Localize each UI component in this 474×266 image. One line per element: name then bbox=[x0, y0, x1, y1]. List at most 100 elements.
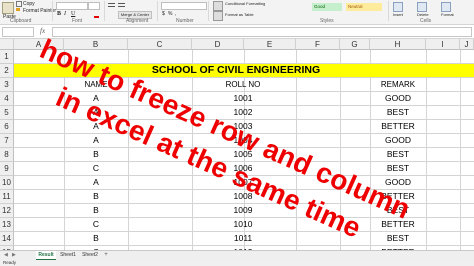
format-as-table-button[interactable]: Format as Table bbox=[225, 12, 254, 18]
fx-label[interactable]: fx bbox=[40, 27, 45, 35]
name-box[interactable] bbox=[2, 27, 34, 37]
cell-name[interactable]: A bbox=[64, 176, 128, 189]
table-row[interactable]: NAME ROLL NO REMARK bbox=[14, 78, 474, 92]
add-sheet-button[interactable]: + bbox=[102, 251, 110, 259]
conditional-formatting-icon[interactable] bbox=[213, 1, 223, 11]
cell-remark[interactable]: BEST bbox=[370, 162, 426, 175]
style-good[interactable]: Good bbox=[312, 3, 342, 11]
column-header-h[interactable]: H bbox=[370, 39, 426, 50]
cell-name[interactable]: C bbox=[64, 218, 128, 231]
cell-remark[interactable]: GOOD bbox=[370, 134, 426, 147]
row-header[interactable]: 12 bbox=[0, 204, 14, 218]
table-row[interactable]: A 1001 GOOD bbox=[14, 92, 474, 106]
number-format-dropdown[interactable] bbox=[161, 2, 207, 10]
table-row[interactable]: B 1009 BEST bbox=[14, 204, 474, 218]
insert-icon[interactable] bbox=[393, 2, 403, 12]
copy-button[interactable]: Copy bbox=[23, 1, 35, 7]
column-header-j[interactable]: J bbox=[460, 39, 474, 50]
table-row[interactable]: A 1007 GOOD bbox=[14, 176, 474, 190]
cell-remark[interactable]: BETTER bbox=[370, 120, 426, 133]
format-icon[interactable] bbox=[441, 2, 451, 12]
cell-roll[interactable]: 1004 bbox=[192, 134, 294, 147]
tab-result[interactable]: Result bbox=[36, 251, 56, 260]
bold-button[interactable]: B bbox=[57, 11, 61, 17]
cell-roll[interactable]: 1005 bbox=[192, 148, 294, 161]
row-header[interactable]: 11 bbox=[0, 190, 14, 204]
row-header[interactable]: 10 bbox=[0, 176, 14, 190]
column-header-i[interactable]: I bbox=[426, 39, 460, 50]
table-row[interactable]: B 1011 BEST bbox=[14, 232, 474, 246]
italic-button[interactable]: I bbox=[64, 11, 66, 17]
cell-name[interactable]: C bbox=[64, 162, 128, 175]
cell-remark[interactable]: BEST bbox=[370, 106, 426, 119]
tab-scroll-right-icon[interactable]: ▶ bbox=[12, 252, 16, 258]
underline-button[interactable]: U bbox=[71, 11, 75, 17]
comma-button[interactable]: , bbox=[175, 11, 176, 17]
cell-roll[interactable]: 1008 bbox=[192, 190, 294, 203]
align-center-icon[interactable] bbox=[118, 3, 125, 4]
font-size-dropdown[interactable] bbox=[88, 2, 100, 10]
cell-roll[interactable]: 1009 bbox=[192, 204, 294, 217]
currency-button[interactable]: $ bbox=[162, 11, 165, 17]
tab-sheet1[interactable]: Sheet1 bbox=[58, 251, 78, 259]
table-row[interactable] bbox=[14, 50, 474, 64]
table-row[interactable]: B 1005 BEST bbox=[14, 148, 474, 162]
table-row[interactable]: A 1002 BEST bbox=[14, 106, 474, 120]
conditional-formatting-button[interactable]: Conditional Formatting bbox=[225, 1, 265, 7]
column-header-e[interactable]: E bbox=[244, 39, 296, 50]
table-row[interactable]: B 1008 BETTER bbox=[14, 190, 474, 204]
row-header[interactable]: 4 bbox=[0, 92, 14, 106]
cell-roll[interactable]: 1010 bbox=[192, 218, 294, 231]
column-header-f[interactable]: F bbox=[296, 39, 340, 50]
row-header[interactable]: 1 bbox=[0, 50, 14, 64]
column-header-c[interactable]: C bbox=[128, 39, 192, 50]
cell-name[interactable]: B bbox=[64, 190, 128, 203]
row-header[interactable]: 3 bbox=[0, 78, 14, 92]
insert-button[interactable]: Insert bbox=[393, 12, 403, 18]
format-painter-icon[interactable] bbox=[16, 8, 20, 11]
header-cell-roll[interactable]: ROLL NO bbox=[192, 78, 294, 91]
delete-icon[interactable] bbox=[417, 2, 427, 12]
cell-name[interactable]: B bbox=[64, 204, 128, 217]
row-header[interactable]: 7 bbox=[0, 134, 14, 148]
format-as-table-icon[interactable] bbox=[213, 11, 223, 21]
formula-input[interactable] bbox=[52, 27, 472, 37]
cell-roll[interactable]: 1003 bbox=[192, 120, 294, 133]
select-all-corner[interactable] bbox=[0, 39, 14, 50]
cell-name[interactable]: A bbox=[64, 106, 128, 119]
cell-remark[interactable]: BETTER bbox=[370, 190, 426, 203]
column-header-a[interactable]: A bbox=[14, 39, 64, 50]
cell-roll[interactable]: 1007 bbox=[192, 176, 294, 189]
cell-remark[interactable]: BEST bbox=[370, 148, 426, 161]
row-header[interactable]: 13 bbox=[0, 218, 14, 232]
cell-remark[interactable]: BEST bbox=[370, 204, 426, 217]
header-cell-name[interactable]: NAME bbox=[64, 78, 128, 91]
cell-remark[interactable]: BETTER bbox=[370, 218, 426, 231]
row-header[interactable]: 6 bbox=[0, 120, 14, 134]
style-neutral[interactable]: Neutral bbox=[346, 3, 382, 11]
column-header-d[interactable]: D bbox=[192, 39, 244, 50]
percent-button[interactable]: % bbox=[168, 11, 172, 17]
table-row[interactable]: C 1006 BEST bbox=[14, 162, 474, 176]
tab-scroll-left-icon[interactable]: ◀ bbox=[4, 252, 8, 258]
align-left-icon[interactable] bbox=[108, 3, 115, 4]
sheet-title[interactable]: SCHOOL OF CIVIL ENGINEERING bbox=[106, 64, 366, 77]
row-header[interactable]: 9 bbox=[0, 162, 14, 176]
cell-roll[interactable]: 1002 bbox=[192, 106, 294, 119]
cell-name[interactable]: A bbox=[64, 92, 128, 105]
cell-name[interactable]: A bbox=[64, 134, 128, 147]
row-header[interactable]: 5 bbox=[0, 106, 14, 120]
cell-name[interactable]: A bbox=[64, 120, 128, 133]
font-name-dropdown[interactable] bbox=[56, 2, 88, 10]
font-color-icon[interactable] bbox=[94, 16, 99, 18]
header-cell-remark[interactable]: REMARK bbox=[370, 78, 426, 91]
cell-roll[interactable]: 1001 bbox=[192, 92, 294, 105]
table-row[interactable]: A 1003 BETTER bbox=[14, 120, 474, 134]
table-row[interactable]: A 1004 GOOD bbox=[14, 134, 474, 148]
row-header[interactable]: 14 bbox=[0, 232, 14, 246]
cell-name[interactable]: B bbox=[64, 232, 128, 245]
format-button[interactable]: Format bbox=[441, 12, 454, 18]
table-row[interactable]: SCHOOL OF CIVIL ENGINEERING bbox=[14, 64, 474, 78]
cell-remark[interactable]: GOOD bbox=[370, 92, 426, 105]
table-row[interactable]: C 1010 BETTER bbox=[14, 218, 474, 232]
